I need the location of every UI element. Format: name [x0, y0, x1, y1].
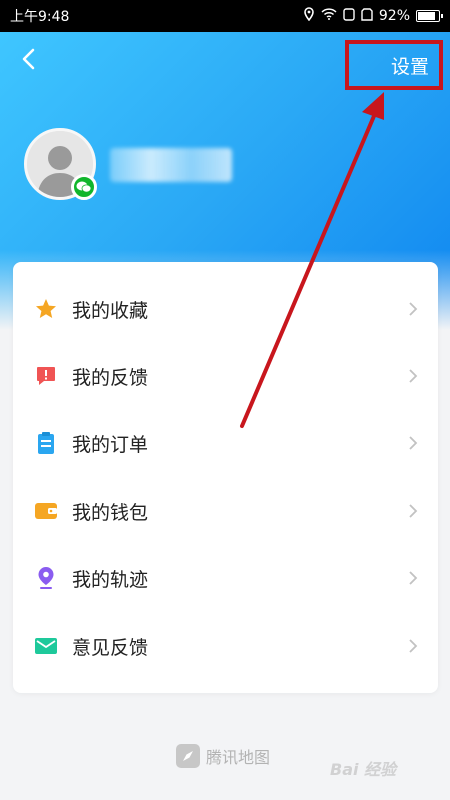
status-icons: 92% [303, 7, 443, 25]
location-icon [303, 7, 315, 25]
chevron-right-icon [409, 639, 418, 653]
sim-icon [361, 7, 373, 25]
menu-item-favorites[interactable]: 我的收藏 [13, 279, 438, 339]
menu-label: 我的订单 [72, 433, 149, 456]
battery-level [418, 12, 436, 20]
back-button[interactable] [14, 44, 44, 74]
chevron-right-icon [409, 571, 418, 585]
chevron-left-icon [22, 48, 35, 70]
location-pin-icon [34, 566, 58, 590]
star-icon [34, 297, 58, 321]
footer-brand: 腾讯地图 [176, 744, 270, 768]
menu-label: 我的收藏 [72, 299, 149, 322]
mail-icon [34, 634, 58, 658]
menu-item-my-feedback[interactable]: 我的反馈 [13, 346, 438, 406]
status-time: 上午9:48 [10, 9, 70, 25]
clipboard-icon [34, 431, 58, 455]
menu-item-orders[interactable]: 我的订单 [13, 413, 438, 473]
status-bar: 上午9:48 92% [0, 0, 450, 32]
chevron-right-icon [409, 302, 418, 316]
feedback-alert-icon [34, 364, 58, 388]
chevron-right-icon [409, 504, 418, 518]
brand-name: 腾讯地图 [206, 748, 271, 767]
menu-item-suggestions[interactable]: 意见反馈 [13, 616, 438, 676]
username-redacted [110, 148, 232, 182]
wechat-badge-icon [71, 174, 97, 200]
chevron-right-icon [409, 436, 418, 450]
no-signal-icon [343, 7, 355, 25]
wifi-icon [321, 8, 337, 24]
menu-label: 我的反馈 [72, 366, 149, 389]
menu-card: 我的收藏 我的反馈 我的订单 我的钱包 我的轨迹 意见反馈 [13, 262, 438, 693]
menu-label: 我的轨迹 [72, 568, 149, 591]
settings-button[interactable]: 设置 [345, 40, 443, 90]
settings-label: 设置 [390, 55, 429, 78]
watermark: Bai 经验 [330, 760, 397, 779]
menu-label: 我的钱包 [72, 501, 149, 524]
menu-label: 意见反馈 [72, 636, 149, 659]
battery-icon [416, 10, 443, 22]
compass-icon [176, 744, 200, 768]
menu-item-wallet[interactable]: 我的钱包 [13, 481, 438, 541]
chevron-right-icon [409, 369, 418, 383]
wallet-icon [34, 499, 58, 523]
battery-percent: 92% [378, 8, 410, 24]
menu-item-track[interactable]: 我的轨迹 [13, 548, 438, 608]
